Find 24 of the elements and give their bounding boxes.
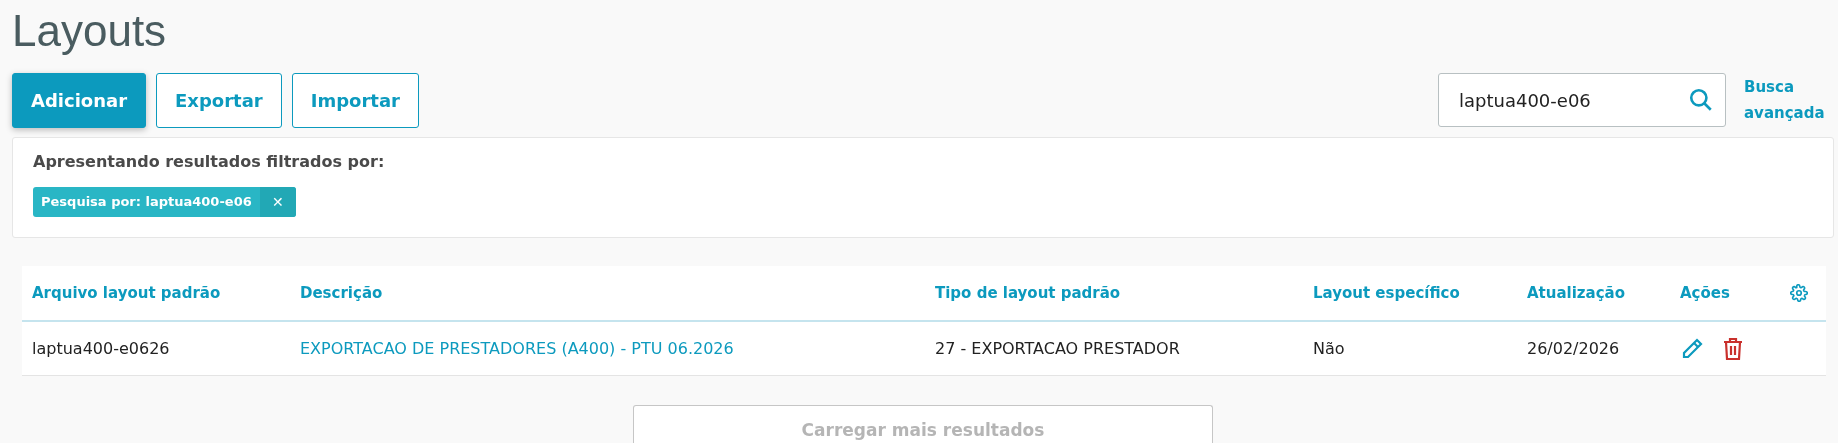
description-link[interactable]: EXPORTACAO DE PRESTADORES (A400) - PTU 06.2026	[300, 339, 734, 358]
filter-heading: Apresentando resultados filtrados por:	[33, 152, 386, 171]
column-header[interactable]: Layout específico	[1313, 284, 1460, 302]
advanced-search-link[interactable]: Busca avançada	[1744, 74, 1834, 126]
remove-filter-button[interactable]: ✕	[259, 187, 296, 217]
column-header[interactable]: Tipo de layout padrão	[935, 284, 1121, 302]
add-button[interactable]: Adicionar	[12, 72, 147, 128]
column-header[interactable]: Atualização	[1527, 284, 1626, 302]
search-field[interactable]: laptua400-e06	[1438, 73, 1726, 127]
column-header[interactable]: Ações	[1680, 284, 1730, 302]
column-header[interactable]: Descrição	[300, 284, 383, 302]
search-icon[interactable]	[1688, 87, 1714, 113]
edit-icon[interactable]	[1680, 336, 1704, 361]
table-cell: laptua400-e0626	[32, 339, 170, 358]
table-cell: 27 - EXPORTACAO PRESTADOR	[935, 339, 1180, 358]
table-cell: Não	[1313, 339, 1345, 358]
table-cell: 26/02/2026	[1527, 339, 1620, 358]
action-button[interactable]: Importar	[291, 72, 419, 128]
column-header[interactable]: Arquivo layout padrão	[32, 284, 221, 302]
delete-icon[interactable]	[1722, 336, 1744, 361]
filter-chip-label: Pesquisa por: laptua400-e06	[40, 193, 253, 211]
settings-icon[interactable]	[1790, 284, 1808, 302]
page-title: Layouts	[12, 5, 168, 57]
action-button[interactable]: Exportar	[156, 72, 282, 128]
